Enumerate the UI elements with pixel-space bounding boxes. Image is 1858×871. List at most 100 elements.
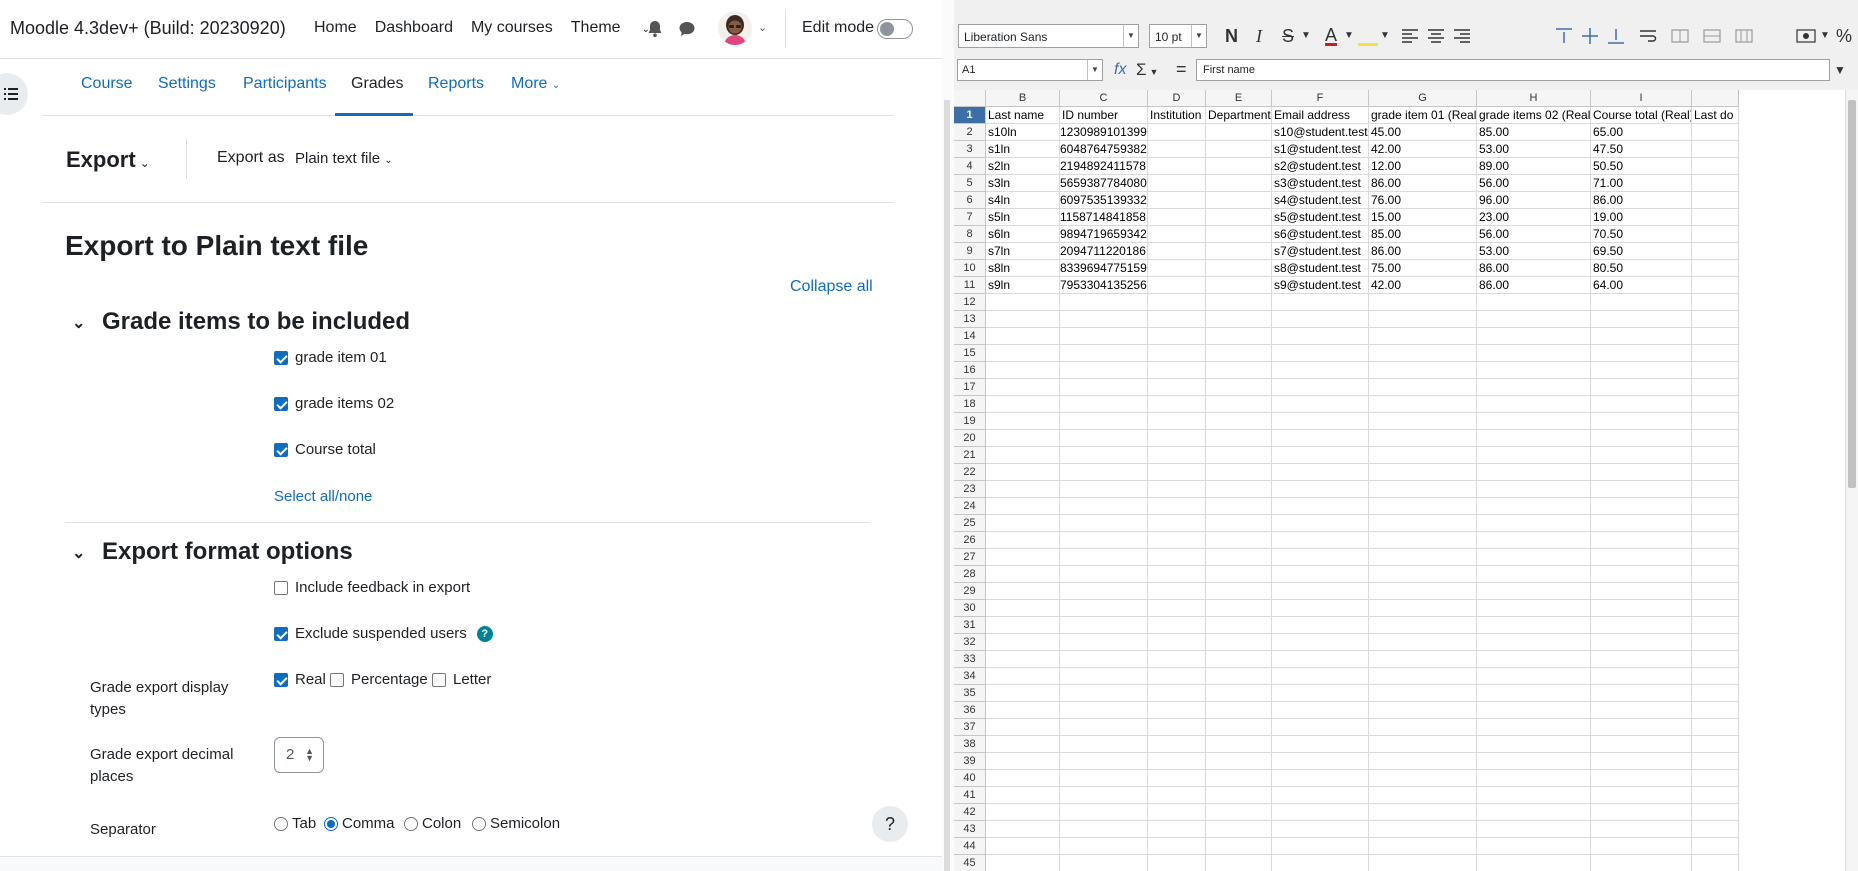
table-cell[interactable]: 76.00 — [1369, 192, 1477, 209]
table-cell[interactable] — [1369, 345, 1477, 362]
table-cell[interactable] — [1477, 838, 1591, 855]
row-header[interactable]: 7 — [954, 209, 986, 226]
table-cell[interactable]: 85.00 — [1369, 226, 1477, 243]
table-cell[interactable] — [1272, 430, 1369, 447]
table-cell[interactable] — [1148, 277, 1206, 294]
table-cell[interactable]: s6@student.test — [1272, 226, 1369, 243]
table-cell[interactable] — [1591, 600, 1692, 617]
table-cell[interactable]: s5@student.test — [1272, 209, 1369, 226]
row-header[interactable]: 19 — [954, 413, 986, 430]
table-cell[interactable] — [1060, 770, 1148, 787]
merge-cells-icon[interactable] — [1670, 24, 1690, 48]
table-cell[interactable] — [1060, 719, 1148, 736]
table-cell[interactable]: 6097535139332 — [1060, 192, 1148, 209]
align-top-icon[interactable] — [1554, 24, 1574, 48]
table-cell[interactable] — [1591, 379, 1692, 396]
table-cell[interactable]: 23.00 — [1477, 209, 1591, 226]
table-cell[interactable] — [1369, 379, 1477, 396]
table-cell[interactable] — [986, 702, 1060, 719]
radio[interactable] — [404, 816, 418, 831]
table-cell[interactable] — [1692, 617, 1739, 634]
table-cell[interactable] — [986, 362, 1060, 379]
row-header[interactable]: 17 — [954, 379, 986, 396]
table-cell[interactable]: 6048764759382 — [1060, 141, 1148, 158]
table-cell[interactable] — [1477, 413, 1591, 430]
tab-more[interactable]: More ⌄ — [511, 75, 560, 93]
table-cell[interactable] — [1591, 464, 1692, 481]
table-cell[interactable] — [1148, 634, 1206, 651]
column-header[interactable]: G — [1369, 90, 1477, 107]
table-cell[interactable] — [1369, 804, 1477, 821]
table-cell[interactable]: s3ln — [986, 175, 1060, 192]
table-cell[interactable]: 56.00 — [1477, 226, 1591, 243]
table-cell[interactable] — [1272, 821, 1369, 838]
table-cell[interactable] — [1206, 277, 1272, 294]
table-cell[interactable] — [1148, 345, 1206, 362]
table-cell[interactable]: 42.00 — [1369, 277, 1477, 294]
table-cell[interactable]: s4@student.test — [1272, 192, 1369, 209]
export-format-dropdown[interactable]: Plain text file ⌄ — [295, 150, 393, 167]
table-cell[interactable] — [1369, 855, 1477, 871]
row-header[interactable]: 12 — [954, 294, 986, 311]
section-header-export-format[interactable]: ⌄ Export format options — [72, 538, 353, 566]
table-cell[interactable] — [1206, 532, 1272, 549]
tab-course[interactable]: Course — [81, 75, 133, 93]
table-cell[interactable] — [1060, 430, 1148, 447]
row-header[interactable]: 6 — [954, 192, 986, 209]
table-cell[interactable] — [1148, 396, 1206, 413]
table-cell[interactable] — [1477, 804, 1591, 821]
header-cell[interactable]: Last name — [986, 107, 1060, 124]
table-cell[interactable] — [1477, 396, 1591, 413]
table-cell[interactable]: 42.00 — [1369, 141, 1477, 158]
table-cell[interactable] — [1272, 294, 1369, 311]
table-cell[interactable] — [1591, 311, 1692, 328]
table-cell[interactable] — [1692, 668, 1739, 685]
table-cell[interactable] — [1060, 838, 1148, 855]
table-cell[interactable] — [1591, 821, 1692, 838]
row-header[interactable]: 33 — [954, 651, 986, 668]
table-cell[interactable] — [1692, 311, 1739, 328]
formula-input[interactable]: First name — [1196, 59, 1830, 81]
table-cell[interactable] — [1591, 413, 1692, 430]
table-cell[interactable]: s6ln — [986, 226, 1060, 243]
column-header[interactable]: H — [1477, 90, 1591, 107]
bold-icon[interactable]: N — [1225, 24, 1238, 48]
row-header[interactable]: 44 — [954, 838, 986, 855]
table-cell[interactable] — [1272, 498, 1369, 515]
table-cell[interactable] — [1206, 328, 1272, 345]
radio-colon[interactable]: Colon — [404, 815, 461, 832]
table-cell[interactable] — [1369, 787, 1477, 804]
table-cell[interactable] — [1692, 753, 1739, 770]
chevron-down-icon[interactable]: ▼ — [1301, 24, 1311, 48]
table-cell[interactable] — [1060, 379, 1148, 396]
table-cell[interactable] — [986, 566, 1060, 583]
table-cell[interactable] — [1692, 141, 1739, 158]
chevron-down-icon[interactable]: ▼ — [1344, 24, 1354, 48]
table-cell[interactable] — [1692, 362, 1739, 379]
table-cell[interactable] — [1272, 481, 1369, 498]
table-cell[interactable] — [1591, 736, 1692, 753]
table-cell[interactable] — [986, 328, 1060, 345]
align-bottom-icon[interactable] — [1606, 24, 1626, 48]
table-cell[interactable]: s5ln — [986, 209, 1060, 226]
table-cell[interactable] — [1060, 736, 1148, 753]
vertical-scrollbar[interactable] — [1845, 90, 1858, 871]
table-cell[interactable] — [986, 634, 1060, 651]
table-cell[interactable] — [1477, 464, 1591, 481]
table-cell[interactable] — [986, 311, 1060, 328]
formula-icon[interactable]: = — [1176, 59, 1187, 80]
table-cell[interactable] — [1148, 226, 1206, 243]
table-cell[interactable] — [1060, 702, 1148, 719]
table-cell[interactable] — [1591, 566, 1692, 583]
table-cell[interactable] — [1591, 634, 1692, 651]
table-cell[interactable] — [1591, 515, 1692, 532]
table-cell[interactable] — [1591, 481, 1692, 498]
table-cell[interactable] — [1060, 447, 1148, 464]
table-cell[interactable] — [1148, 549, 1206, 566]
table-cell[interactable] — [1060, 821, 1148, 838]
table-cell[interactable] — [1148, 243, 1206, 260]
row-header[interactable]: 24 — [954, 498, 986, 515]
table-cell[interactable] — [1148, 464, 1206, 481]
table-cell[interactable] — [1206, 804, 1272, 821]
table-cell[interactable] — [1060, 634, 1148, 651]
